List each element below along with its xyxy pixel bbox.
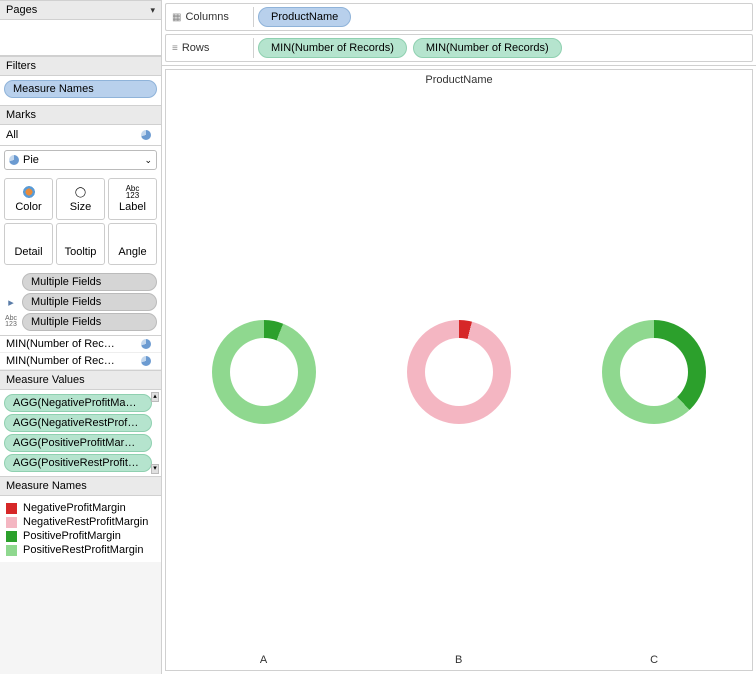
mark-label-label: Label [119, 201, 146, 213]
filters-label: Filters [6, 60, 36, 72]
mark-type-select[interactable]: Pie ⌄ [4, 150, 157, 170]
chevron-down-icon: ⌄ [144, 155, 152, 166]
assigned-pill[interactable]: Multiple Fields [22, 313, 157, 331]
measure-names-label: Measure Names [6, 480, 87, 492]
angle-icon [111, 230, 154, 244]
mark-detail-button[interactable]: Detail [4, 223, 53, 265]
x-axis-tick: B [455, 654, 462, 666]
filters-shelf[interactable]: Measure Names [0, 76, 161, 105]
legend-item[interactable]: NegativeProfitMargin [6, 502, 155, 514]
mark-size-label: Size [70, 201, 91, 213]
pages-shelf[interactable] [0, 20, 161, 56]
legend-label: PositiveRestProfitMargin [23, 544, 143, 556]
visualization-canvas[interactable]: ProductName A B C [165, 69, 753, 671]
measure-values-shelf[interactable]: AGG(NegativeProfitMa… AGG(NegativeRestPr… [0, 390, 161, 476]
main-area: ▦ Columns ProductName ≡ Rows MIN(Number … [162, 0, 756, 674]
legend-swatch-icon [6, 531, 17, 542]
measure-shelf: MIN(Number of Rec… MIN(Number of Rec… [0, 335, 161, 370]
x-axis-tick: A [260, 654, 267, 666]
scroll-up-icon[interactable]: ▴ [151, 392, 159, 402]
scrollbar[interactable]: ▴ ▾ [151, 392, 159, 474]
rows-label: Rows [182, 42, 210, 54]
measure-shelf-label: MIN(Number of Rec… [6, 338, 137, 350]
measure-values-header[interactable]: Measure Values [0, 370, 161, 390]
marks-properties-grid: Color ◯ Size Abc123 Label Detail Tooltip… [0, 174, 161, 269]
pages-header[interactable]: Pages ▾ [0, 0, 161, 20]
rows-icon: ≡ [172, 43, 178, 54]
measure-shelf-row[interactable]: MIN(Number of Rec… [0, 336, 161, 353]
marks-all-label: All [6, 129, 18, 141]
filter-pill-measure-names[interactable]: Measure Names [4, 80, 157, 98]
mark-detail-label: Detail [14, 246, 42, 258]
assigned-pill[interactable]: Multiple Fields [22, 273, 157, 291]
legend-swatch-icon [6, 503, 17, 514]
marks-all-row[interactable]: All [0, 125, 161, 146]
legend-label: NegativeProfitMargin [23, 502, 126, 514]
rows-shelf[interactable]: ≡ Rows MIN(Number of Records) MIN(Number… [165, 34, 753, 62]
mark-tooltip-button[interactable]: Tooltip [56, 223, 105, 265]
assigned-color-row[interactable]: Multiple Fields [4, 273, 157, 291]
mark-color-label: Color [15, 201, 41, 213]
legend-swatch-icon [6, 545, 17, 556]
measure-value-pill[interactable]: AGG(NegativeRestProf… [4, 414, 152, 432]
measure-value-pill[interactable]: AGG(PositiveProfitMar… [4, 434, 152, 452]
columns-icon: ▦ [172, 12, 181, 23]
color-legend: NegativeProfitMargin NegativeRestProfitM… [0, 496, 161, 562]
legend-item[interactable]: PositiveProfitMargin [6, 530, 155, 542]
shelves: ▦ Columns ProductName ≡ Rows MIN(Number … [162, 0, 756, 66]
donut-chart[interactable] [407, 320, 511, 424]
filters-header[interactable]: Filters [0, 56, 161, 76]
columns-pill[interactable]: ProductName [258, 7, 351, 27]
columns-shelf[interactable]: ▦ Columns ProductName [165, 3, 753, 31]
mark-angle-label: Angle [118, 246, 146, 258]
color-icon [23, 186, 35, 198]
measure-shelf-row[interactable]: MIN(Number of Rec… [0, 353, 161, 370]
columns-label: Columns [185, 11, 228, 23]
assigned-label-row[interactable]: Abc123 Multiple Fields [4, 313, 157, 331]
sidebar: Pages ▾ Filters Measure Names Marks All … [0, 0, 162, 674]
marks-header[interactable]: Marks [0, 105, 161, 125]
measure-names-header[interactable]: Measure Names [0, 476, 161, 496]
x-axis-tick: C [650, 654, 658, 666]
legend-label: PositiveProfitMargin [23, 530, 121, 542]
mark-label-button[interactable]: Abc123 Label [108, 178, 157, 220]
marks-assigned-fields: Multiple Fields ▸ Multiple Fields Abc123… [0, 269, 161, 335]
label-assign-icon: Abc123 [4, 316, 18, 328]
legend-item[interactable]: NegativeRestProfitMargin [6, 516, 155, 528]
tooltip-icon [59, 230, 102, 244]
rows-pill[interactable]: MIN(Number of Records) [413, 38, 562, 58]
measure-value-pill[interactable]: AGG(PositiveRestProfit… [4, 454, 152, 472]
scroll-down-icon[interactable]: ▾ [151, 464, 159, 474]
pages-label: Pages [6, 4, 37, 16]
pie-mini-icon [141, 130, 151, 140]
pie-mini-icon [141, 339, 151, 349]
legend-label: NegativeRestProfitMargin [23, 516, 148, 528]
x-axis: A B C [166, 654, 752, 666]
mark-angle-button[interactable]: Angle [108, 223, 157, 265]
measure-value-pill[interactable]: AGG(NegativeProfitMa… [4, 394, 152, 412]
dropdown-arrow-icon[interactable]: ▾ [150, 5, 155, 16]
label-icon: Abc123 [111, 185, 154, 199]
donut-chart[interactable] [212, 320, 316, 424]
legend-swatch-icon [6, 517, 17, 528]
detail-assign-icon: ▸ [4, 296, 18, 309]
mark-color-button[interactable]: Color [4, 178, 53, 220]
viz-title: ProductName [166, 70, 752, 90]
size-icon: ◯ [59, 185, 102, 199]
measure-shelf-label: MIN(Number of Rec… [6, 355, 137, 367]
mark-tooltip-label: Tooltip [65, 246, 97, 258]
donut-charts [166, 98, 752, 646]
detail-icon [7, 230, 50, 244]
pie-mini-icon [141, 356, 151, 366]
assigned-pill[interactable]: Multiple Fields [22, 293, 157, 311]
legend-item[interactable]: PositiveRestProfitMargin [6, 544, 155, 556]
assigned-detail-row[interactable]: ▸ Multiple Fields [4, 293, 157, 311]
rows-pill[interactable]: MIN(Number of Records) [258, 38, 407, 58]
measure-values-label: Measure Values [6, 374, 85, 386]
donut-chart[interactable] [602, 320, 706, 424]
marks-label: Marks [6, 109, 36, 121]
mark-type-value: Pie [23, 154, 39, 166]
mark-size-button[interactable]: ◯ Size [56, 178, 105, 220]
pie-icon [9, 155, 19, 165]
